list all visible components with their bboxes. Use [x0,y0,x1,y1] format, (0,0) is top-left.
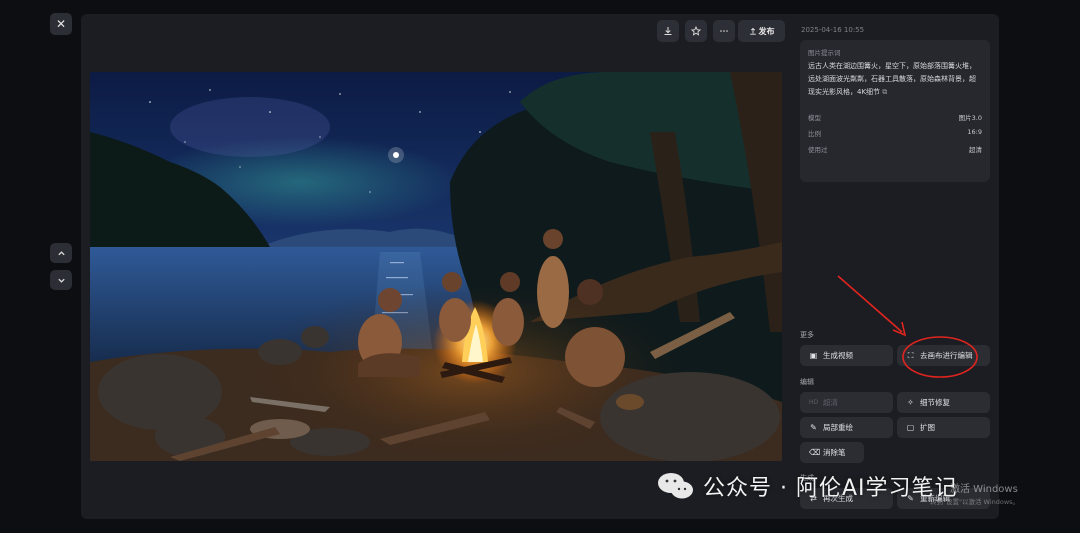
windows-activation-subtitle: 转到"设置"以激活 Windows。 [930,498,1020,506]
annotation-arrow [837,275,903,333]
wechat-watermark: 公众号 · 阿伦AI学习笔记 [655,470,958,502]
watermark-text: 公众号 · 阿伦AI学习笔记 [703,476,958,501]
annotation-overlay [837,275,978,378]
annotation-circle [902,336,978,378]
wechat-logo-icon [658,473,693,499]
windows-activation-title: 激活 Windows [950,484,1018,495]
